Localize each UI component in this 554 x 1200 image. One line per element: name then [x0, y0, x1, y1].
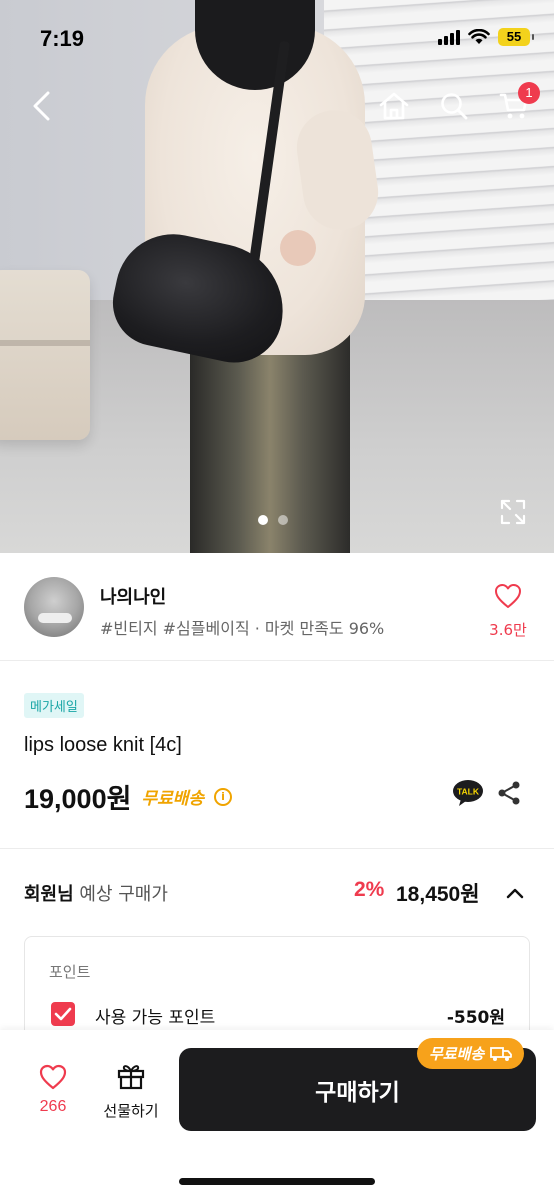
shop-name[interactable]: 나의나인: [100, 583, 166, 609]
product-title: lips loose knit [4c]: [24, 734, 182, 756]
heart-icon: [39, 1064, 67, 1090]
member-price: 18,450원: [396, 883, 480, 906]
gallery-dot-active[interactable]: [258, 515, 268, 525]
share-icon[interactable]: [496, 780, 522, 806]
sale-badge: 메가세일: [24, 693, 84, 718]
shop-like-button[interactable]: 3.6만: [486, 583, 530, 640]
chevron-up-icon[interactable]: [504, 882, 526, 904]
section-divider: [0, 848, 554, 849]
cellular-signal-icon: [438, 29, 460, 45]
shop-avatar[interactable]: [24, 577, 84, 637]
product-price: 19,000원: [24, 784, 132, 814]
photo-sofa: [0, 270, 90, 440]
points-value: -550원: [446, 1008, 505, 1028]
member-label-bold: 회원님: [24, 884, 74, 905]
free-shipping-label: 무료배송: [141, 789, 204, 809]
gallery-dot[interactable]: [278, 515, 288, 525]
gallery-dots: [258, 515, 288, 525]
gift-icon: [117, 1065, 145, 1090]
heart-icon: [495, 584, 521, 608]
status-icons: 55: [438, 28, 534, 46]
home-indicator: [179, 1178, 375, 1185]
back-icon[interactable]: [22, 86, 62, 126]
svg-text:TALK: TALK: [457, 787, 480, 797]
price-row: 19,000원 무료배송 i: [24, 777, 232, 816]
member-label-rest: 예상 구매가: [73, 884, 168, 905]
search-icon[interactable]: [434, 86, 474, 126]
cart-count-badge: 1: [518, 82, 540, 104]
product-image[interactable]: [0, 0, 554, 553]
like-button[interactable]: 266: [30, 1064, 76, 1116]
truck-icon: [490, 1046, 513, 1061]
member-price-label: 회원님 예상 구매가: [24, 880, 168, 906]
wifi-icon: [468, 29, 490, 44]
status-time: 7:19: [40, 26, 85, 51]
gift-label: 선물하기: [103, 1102, 159, 1120]
free-shipping-pill-label: 무료배송: [429, 1045, 485, 1063]
battery-indicator: 55: [498, 28, 534, 46]
cart-icon[interactable]: 1: [494, 82, 540, 126]
checkbox-icon[interactable]: [51, 1002, 75, 1026]
points-label: 사용 가능 포인트: [95, 1008, 216, 1028]
gift-button[interactable]: 선물하기: [98, 1062, 164, 1121]
shop-like-count: 3.6만: [489, 621, 527, 639]
like-count: 266: [39, 1098, 67, 1115]
home-icon[interactable]: [374, 86, 414, 126]
photo-sofa-seam: [0, 340, 90, 346]
member-discount: 2%: [354, 878, 385, 901]
expand-icon[interactable]: [498, 497, 528, 527]
shop-info[interactable]: 나의나인 #빈티지 #심플베이직 · 마켓 만족도 96% 3.6만: [0, 553, 554, 661]
free-shipping-pill: 무료배송: [417, 1038, 525, 1069]
points-title: 포인트: [49, 963, 91, 981]
info-icon[interactable]: i: [214, 787, 232, 806]
product-page: 7:19 55 1 나의나인 #빈티지 #심플베이직 · 마켓 만족도 96%: [0, 0, 554, 1200]
photo-hand: [280, 230, 316, 266]
kakao-talk-icon[interactable]: TALK: [452, 779, 484, 807]
shop-tags: #빈티지 #심플베이직 · 마켓 만족도 96%: [100, 619, 385, 638]
bottom-action-bar: 266 선물하기 구매하기 무료배송: [0, 1030, 554, 1200]
